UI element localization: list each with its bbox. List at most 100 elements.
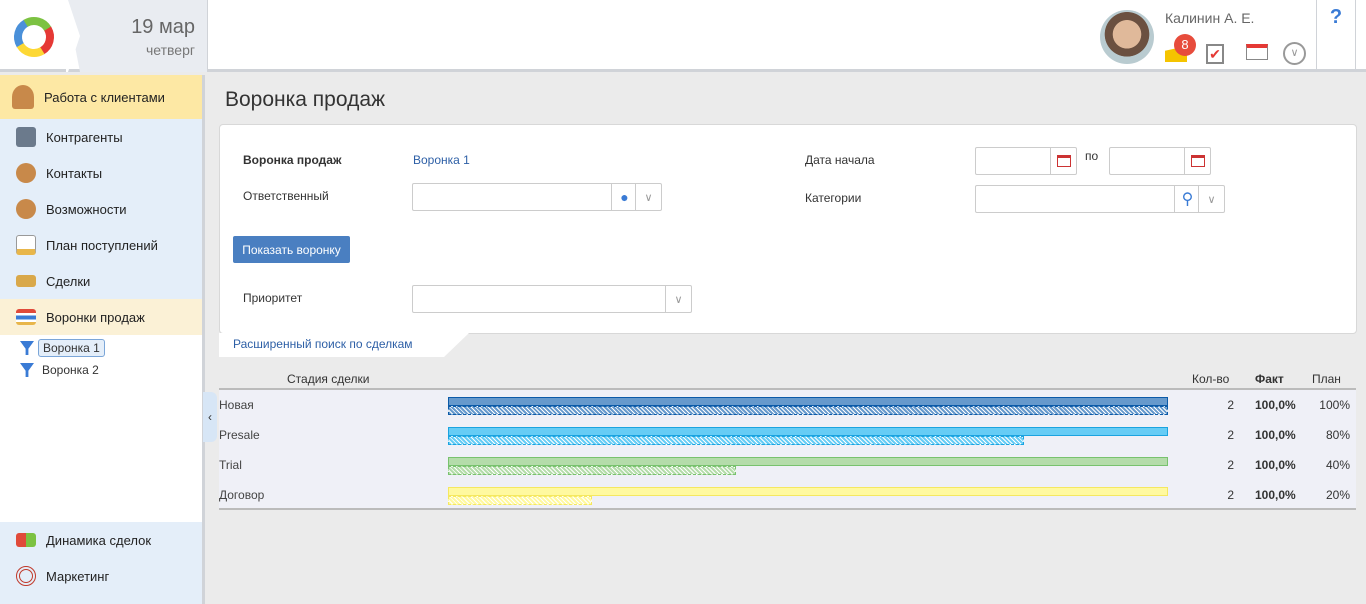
plan-value: 80% — [1325, 428, 1350, 442]
plan-value: 100% — [1319, 398, 1350, 412]
funnel-bars-icon — [16, 309, 36, 325]
plan-bar — [448, 496, 592, 505]
fact-value: 100,0% — [1255, 488, 1296, 502]
table-row[interactable]: Presale 2 100,0% 80% — [219, 420, 1356, 450]
owner-input[interactable]: ● ∨ — [412, 183, 662, 211]
priority-label: Приоритет — [243, 291, 303, 305]
sidebar-item-deals[interactable]: Сделки — [0, 263, 202, 299]
calendar-icon[interactable] — [1184, 148, 1210, 174]
header-fact: Факт — [1255, 372, 1284, 386]
count-value: 2 — [1227, 428, 1234, 442]
funnel-icon — [20, 341, 34, 355]
opportunity-icon — [16, 199, 36, 219]
show-funnel-button[interactable]: Показать воронку — [233, 236, 350, 263]
dynamics-icon — [16, 533, 36, 547]
stage-name: Presale — [219, 428, 260, 442]
sidebar: Работа с клиентами Контрагенты Контакты … — [0, 75, 205, 604]
building-icon — [16, 127, 36, 147]
count-value: 2 — [1227, 458, 1234, 472]
target-icon — [16, 566, 36, 586]
count-value: 2 — [1227, 488, 1234, 502]
tree-item-label: Воронка 2 — [42, 363, 99, 377]
user-icon — [12, 85, 34, 109]
sidebar-item-opportunities[interactable]: Возможности — [0, 191, 202, 227]
contact-icon — [16, 163, 36, 183]
funnel-rows: Новая 2 100,0% 100% Presale 2 100,0% 80% T… — [219, 388, 1356, 510]
collapse-sidebar-button[interactable]: ‹ — [203, 392, 217, 442]
top-bar: 19 мар четверг Калинин А. Е. 8 ✔ ∨ ? — [0, 0, 1366, 72]
calendar-icon[interactable] — [1050, 148, 1076, 174]
sidebar-footer — [0, 594, 202, 604]
funnel-icon — [20, 363, 34, 377]
tree-item-funnel-1[interactable]: Воронка 1 — [8, 337, 202, 359]
table-row[interactable]: Новая 2 100,0% 100% — [219, 390, 1356, 420]
plan-value: 20% — [1325, 488, 1350, 502]
sidebar-item-sales-funnels[interactable]: Воронки продаж — [0, 299, 202, 335]
sidebar-item-label: План поступлений — [46, 237, 158, 253]
sidebar-item-label: Сделки — [46, 273, 91, 289]
fact-value: 100,0% — [1255, 428, 1296, 442]
stage-name: Договор — [219, 488, 265, 502]
sidebar-item-label: Маркетинг — [46, 568, 110, 584]
header-stage: Стадия сделки — [287, 372, 370, 386]
date-to-label: по — [1085, 149, 1099, 163]
mail-badge: 8 — [1174, 34, 1196, 56]
sidebar-section-clients[interactable]: Работа с клиентами — [0, 75, 202, 119]
chevron-down-icon[interactable]: ∨ — [1283, 42, 1306, 65]
sidebar-item-deal-dynamics[interactable]: Динамика сделок — [0, 522, 202, 558]
tasks-icon[interactable]: ✔ — [1206, 44, 1224, 64]
sidebar-item-contacts[interactable]: Контакты — [0, 155, 202, 191]
sidebar-section-label: Работа с клиентами — [44, 89, 165, 105]
plan-bar — [448, 466, 736, 475]
table-row[interactable]: Trial 2 100,0% 40% — [219, 450, 1356, 480]
user-picker-icon[interactable]: ● — [611, 184, 637, 210]
date-start-input[interactable] — [975, 147, 1077, 175]
sidebar-item-label: Возможности — [46, 201, 127, 217]
fact-bar — [448, 487, 1168, 496]
fact-bar — [448, 397, 1168, 406]
document-icon — [16, 235, 36, 255]
header-count: Кол-во — [1192, 372, 1230, 386]
help-button[interactable]: ? — [1316, 0, 1356, 72]
sidebar-bottom: Динамика сделок Маркетинг — [0, 522, 202, 604]
fact-value: 100,0% — [1255, 458, 1296, 472]
funnel-tree: Воронка 1 Воронка 2 — [0, 335, 202, 381]
search-icon[interactable]: ⚲ — [1174, 186, 1200, 212]
owner-label: Ответственный — [243, 189, 329, 203]
sidebar-item-counterparties[interactable]: Контрагенты — [0, 119, 202, 155]
user-name[interactable]: Калинин А. Е. — [1165, 10, 1254, 26]
sidebar-item-label: Контрагенты — [46, 129, 123, 145]
date-weekday: четверг — [146, 42, 195, 58]
sidebar-item-label: Контакты — [46, 165, 103, 181]
filter-form: Воронка продаж Воронка 1 Ответственный ●… — [219, 124, 1357, 334]
date-start-label: Дата начала — [805, 153, 875, 167]
table-row[interactable]: Договор 2 100,0% 20% — [219, 480, 1356, 510]
date-end-input[interactable] — [1109, 147, 1211, 175]
avatar[interactable] — [1100, 10, 1154, 64]
plan-bar — [448, 436, 1024, 445]
tree-item-label: Воронка 1 — [38, 339, 105, 357]
calendar-icon[interactable] — [1246, 44, 1268, 60]
tree-item-funnel-2[interactable]: Воронка 2 — [8, 359, 202, 381]
funnel-label: Воронка продаж — [243, 153, 342, 167]
sidebar-item-label: Воронки продаж — [46, 309, 145, 325]
count-value: 2 — [1227, 398, 1234, 412]
plan-value: 40% — [1325, 458, 1350, 472]
categories-input[interactable]: ⚲ ∨ — [975, 185, 1225, 213]
sidebar-item-marketing[interactable]: Маркетинг — [0, 558, 202, 594]
chevron-down-icon[interactable]: ∨ — [665, 286, 691, 312]
chevron-down-icon[interactable]: ∨ — [635, 184, 661, 210]
categories-label: Категории — [805, 191, 862, 205]
priority-select[interactable]: ∨ — [412, 285, 692, 313]
plan-bar — [448, 406, 1168, 415]
chevron-down-icon[interactable]: ∨ — [1198, 186, 1224, 212]
sidebar-item-payment-plan[interactable]: План поступлений — [0, 227, 202, 263]
fact-bar — [448, 457, 1168, 466]
fact-value: 100,0% — [1255, 398, 1296, 412]
handshake-icon — [16, 275, 36, 287]
stage-name: Trial — [219, 458, 242, 472]
advanced-search-link[interactable]: Расширенный поиск по сделкам — [219, 333, 469, 357]
app-logo-icon[interactable] — [0, 0, 70, 72]
page-title: Воронка продаж — [225, 88, 386, 111]
funnel-link[interactable]: Воронка 1 — [413, 153, 470, 167]
